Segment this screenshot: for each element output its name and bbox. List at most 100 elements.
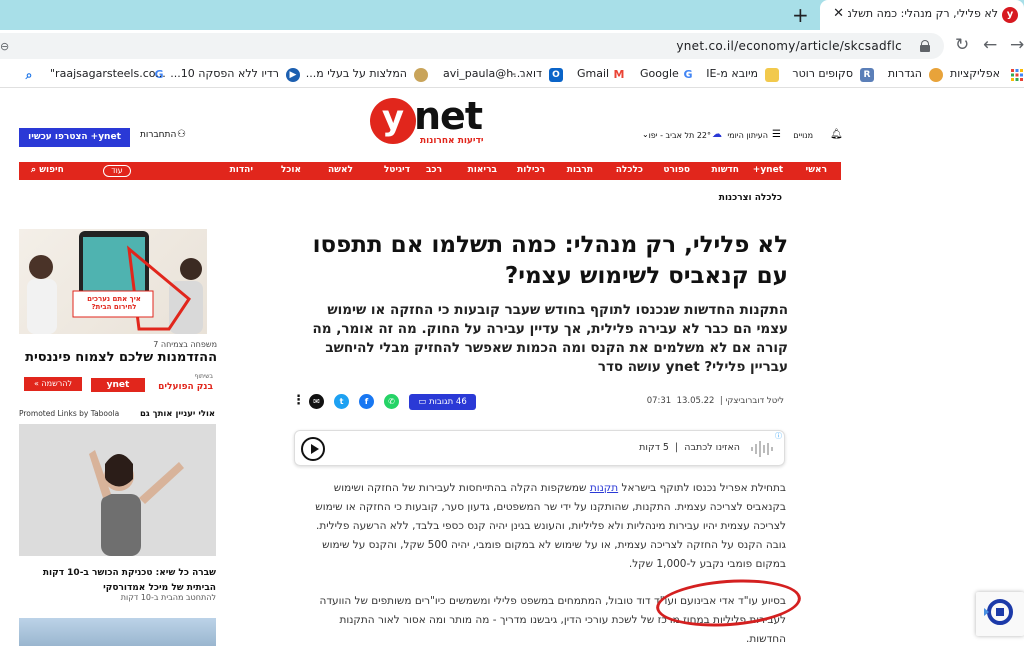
ad-image[interactable]: איך אתם נערכים לחירום הבית?	[19, 229, 207, 334]
bookmark-avi-paula[interactable]: avi_paula@h...	[443, 67, 524, 80]
promo-source[interactable]: להתחטב מהבית ב-10 דקות	[19, 593, 216, 602]
ad-illustration	[27, 231, 203, 334]
promo-caption[interactable]: שברה כל שיא: טכניקת הכושר ב-10 דקות הבית…	[19, 566, 216, 596]
login-link[interactable]: התחברות	[140, 130, 176, 140]
nav-item-health[interactable]: בריאות	[468, 165, 497, 175]
search-icon[interactable]: ⌕	[22, 68, 36, 82]
browser-toolbar: ⊖ ynet.co.il/economy/article/skcsadflc ↻…	[0, 30, 1024, 64]
weather-text[interactable]: 22° תל אביב - יפו	[649, 131, 711, 140]
recaptcha-badge[interactable]	[976, 592, 1024, 636]
bookmarks-bar: אפליקציות הגדרות R סקופים רוטר מיובא מ-I…	[0, 64, 1024, 88]
facebook-icon[interactable]: f	[359, 394, 374, 409]
ad-subtitle: משפחה בצמיחה 7	[153, 340, 217, 349]
ad-ynet-badge: ynet	[91, 378, 145, 392]
regulations-link[interactable]: תקנות	[590, 482, 618, 494]
taboola-label[interactable]: Promoted Links by Taboola	[19, 409, 119, 418]
bookmark-raajsagarsteels[interactable]: "raajsagarsteels.co...	[50, 67, 166, 80]
nav-item-judaism[interactable]: יהדות	[230, 165, 253, 175]
ad-register-button[interactable]: להרשמה »	[24, 377, 82, 391]
new-tab-button[interactable]: +	[792, 3, 809, 27]
nav-item-women[interactable]: לאשה	[328, 165, 353, 175]
bookmark-recommendations[interactable]: המלצות על בעלי מ...	[306, 67, 407, 80]
nav-item-home[interactable]: ראשי	[806, 165, 827, 175]
reload-icon[interactable]: ↻	[955, 35, 969, 55]
paragraph-1-start: בתחילת אפריל נכנסו לתוקף בישראל	[618, 482, 786, 494]
related-heading: אולי יעניין אותך גם	[140, 409, 216, 419]
nav-item-gossip[interactable]: רכילות	[517, 165, 545, 175]
ynet-favicon-icon: y	[1002, 7, 1018, 23]
promo-illustration	[19, 424, 216, 556]
more-options-icon[interactable]: ⋮	[292, 393, 305, 408]
nav-item-digital[interactable]: דיגיטל	[384, 165, 410, 175]
waveform-icon	[751, 441, 773, 457]
daily-paper-link[interactable]: העיתון היומי	[727, 131, 768, 140]
browser-tab-active[interactable]: y לא פלילי, רק מנהלי: כמה תשלמו ✕	[820, 0, 1024, 30]
comments-button[interactable]: 46 תגובות ▭	[409, 394, 476, 410]
logo-net: net	[414, 94, 483, 138]
ad-phone-text: איך אתם נערכים לחירום הבית?	[87, 295, 141, 311]
outlook-icon: O	[549, 68, 563, 82]
rotter-icon: R	[860, 68, 874, 82]
nav-item-cars[interactable]: רכב	[426, 165, 442, 175]
nav-item-ynet-plus[interactable]: ynet+	[753, 165, 783, 175]
gmail-icon: M	[612, 68, 626, 82]
tab-title: לא פלילי, רק מנהלי: כמה תשלמו	[848, 7, 998, 20]
cloud-icon: ☁	[712, 129, 722, 140]
url-text[interactable]: ynet.co.il/economy/article/skcsadflc	[676, 39, 902, 53]
subscribers-link[interactable]: מנויים	[793, 131, 813, 140]
promo-image[interactable]	[19, 424, 216, 556]
tiger-icon	[929, 68, 943, 82]
section-breadcrumb[interactable]: כלכלה וצרכנות	[719, 193, 782, 203]
whatsapp-icon[interactable]: ✆	[384, 394, 399, 409]
bookmark-gmail[interactable]: Gmail	[577, 67, 609, 80]
bookmark-radio[interactable]: רדיו ללא הפסקה 10...	[170, 67, 279, 80]
main-navigation: ראשי ynet+ חדשות ספורט כלכלה תרבות רכילו…	[19, 162, 841, 180]
bookmark-ie-imported[interactable]: מיובא מ-IE	[706, 67, 758, 80]
forward-arrow-icon[interactable]: →	[1010, 35, 1024, 55]
logo-subtitle: ידיעות אחרונות	[420, 136, 484, 146]
radio-icon: ▶	[286, 68, 300, 82]
chevron-down-icon[interactable]: ⌄	[642, 130, 649, 139]
site-info-icon[interactable]: ⊖	[0, 40, 9, 53]
nav-item-news[interactable]: חדשות	[711, 165, 739, 175]
article-date: 13.05.22	[676, 396, 715, 406]
close-icon[interactable]: ✕	[833, 6, 844, 21]
audio-duration: 5 דקות	[639, 442, 669, 453]
ad-title[interactable]: ההזדמנות שלכם לצמוח פיננסית	[25, 350, 217, 365]
promo-image-2[interactable]	[19, 618, 216, 646]
bookmark-apps[interactable]: אפליקציות	[950, 67, 1000, 80]
ynet-logo[interactable]: y net ידיעות אחרונות	[370, 94, 490, 152]
nav-item-economy[interactable]: כלכלה	[616, 165, 643, 175]
bookmark-settings[interactable]: הגדרות	[888, 67, 922, 80]
bell-icon: 🔔︎	[830, 129, 843, 140]
bookmark-google[interactable]: Google	[640, 67, 679, 80]
user-icon: ⚇	[177, 129, 186, 140]
paragraph-1-rest: שמשקפות הקלה בהתייחסות לעבירות של החזקה …	[315, 482, 786, 570]
subscribe-button[interactable]: ynet+ הצטרפו עכשיו	[19, 128, 130, 147]
address-bar[interactable]: ⊖ ynet.co.il/economy/article/skcsadflc	[0, 33, 944, 59]
nav-item-sport[interactable]: ספורט	[663, 165, 690, 175]
apps-grid-icon	[1010, 68, 1024, 82]
play-button[interactable]	[301, 437, 325, 461]
author-link[interactable]: ליטל דוברוביצקי	[725, 396, 784, 406]
info-icon[interactable]: ⓘ	[775, 431, 782, 441]
audio-label: האזינו לכתבה | 5 דקות	[639, 442, 740, 453]
browser-tab-strip: + y לא פלילי, רק מנהלי: כמה תשלמו ✕	[0, 0, 1024, 30]
article-subtitle: התקנות החדשות שנכנסו לתוקף בחודש שעבר קו…	[312, 302, 788, 375]
twitter-icon[interactable]: t	[334, 394, 349, 409]
email-icon[interactable]: ✉	[309, 394, 324, 409]
ad-sponsor-bank: בנק הפועלים	[158, 382, 213, 392]
article-title: לא פלילי, רק מנהלי: כמה תשלמו אם תתפסו ע…	[312, 232, 788, 289]
nav-item-culture[interactable]: תרבות	[567, 165, 593, 175]
bookmark-rotter[interactable]: סקופים רוטר	[792, 67, 853, 80]
back-arrow-icon[interactable]: ←	[983, 35, 997, 55]
nav-search[interactable]: חיפוש ⌕	[31, 165, 64, 175]
logo-y: y	[370, 98, 416, 144]
nav-more-button[interactable]: עוד	[103, 165, 131, 177]
nav-item-food[interactable]: אוכל	[281, 165, 301, 175]
lock-icon[interactable]	[920, 40, 930, 52]
article-byline: ליטל דוברוביצקי | 13.05.22 07:31	[646, 396, 784, 406]
newspaper-icon: ☰	[772, 129, 781, 140]
bottle-icon	[414, 68, 428, 82]
audio-player: האזינו לכתבה | 5 דקות ⓘ	[294, 430, 785, 466]
